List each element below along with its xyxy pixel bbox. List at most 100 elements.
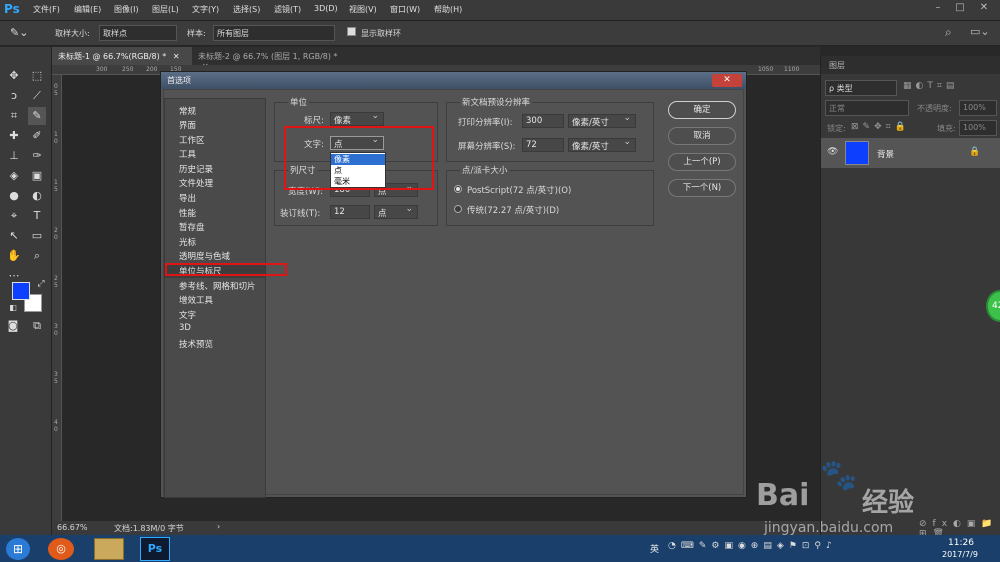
eraser-tool-icon[interactable]: ◈ [5,167,23,185]
photoshop-taskbar-icon[interactable]: Ps [140,537,170,561]
browser-icon[interactable]: ◎ [48,538,74,560]
category-performance[interactable]: 性能 [179,207,196,219]
menu-select[interactable]: 选择(S) [233,4,260,15]
tab-document-2[interactable]: 未标题-2 @ 66.7% (图层 1, RGB/8) * ✕ [192,47,352,71]
default-colors-icon[interactable]: ◧ [4,299,22,317]
blend-mode-select[interactable]: 正常 [825,100,909,116]
menu-layer[interactable]: 图层(L) [152,4,179,15]
category-general[interactable]: 常规 [179,105,196,117]
category-interface[interactable]: 界面 [179,119,196,131]
minimize-button[interactable]: – [930,2,946,17]
stamp-tool-icon[interactable]: ⊥ [5,147,23,165]
category-cursors[interactable]: 光标 [179,236,196,248]
menu-image[interactable]: 图像(I) [114,4,139,15]
menu-edit[interactable]: 编辑(E) [74,4,101,15]
eyedropper-icon[interactable]: ✎⌄ [10,26,28,39]
opacity-field[interactable]: 100% [959,100,997,116]
screen-resolution-unit-select[interactable]: 像素/英寸 [568,137,636,152]
next-button[interactable]: 下一个(N) [668,179,736,197]
ruler-tick: 0 [54,330,58,337]
postscript-radio[interactable] [454,185,462,193]
close-app-button[interactable]: ✕ [976,2,992,17]
ruler-tick: 0 [54,426,58,433]
brush-tool-icon[interactable]: ✐ [28,127,46,145]
quick-select-tool-icon[interactable]: ⟋ [28,87,46,105]
sample-select[interactable]: 所有图层 [213,25,335,41]
workspace-icon[interactable]: ▭⌄ [970,25,990,38]
pen-tool-icon[interactable]: ⌖ [5,207,23,225]
menu-type[interactable]: 文字(Y) [192,4,219,15]
category-export[interactable]: 导出 [179,192,196,204]
visibility-eye-icon[interactable]: 👁 [827,147,838,157]
quick-mask-icon[interactable]: ◙ [4,317,22,335]
traditional-radio[interactable] [454,205,462,213]
eyedropper-tool-icon[interactable]: ✎ [28,107,46,125]
status-menu-arrow[interactable]: › [217,522,220,531]
screen-mode-icon[interactable]: ⧉ [28,317,46,335]
history-brush-icon[interactable]: ✑ [28,147,46,165]
layer-filter-select[interactable]: ρ 类型 [825,80,897,96]
previous-button[interactable]: 上一个(P) [668,153,736,171]
print-resolution-unit-select[interactable]: 像素/英寸 [568,113,636,128]
gutter-unit-select[interactable]: 点 [374,204,418,219]
blur-tool-icon[interactable]: ● [5,187,23,205]
menu-3d[interactable]: 3D(D) [314,4,338,13]
zoom-level[interactable]: 66.67% [57,523,88,532]
category-scratch-disks[interactable]: 暂存盘 [179,221,205,233]
tab-document-1[interactable]: 未标题-1 @ 66.7%(RGB/8) * ✕ [52,47,192,65]
path-select-icon[interactable]: ↖ [5,227,23,245]
filter-icons[interactable]: ▦◐T⌗▤ [903,81,958,91]
category-type[interactable]: 文字 [179,309,196,321]
foreground-color[interactable] [12,282,30,300]
menu-file[interactable]: 文件(F) [33,4,60,15]
lasso-tool-icon[interactable]: ↄ [5,87,23,105]
crop-tool-icon[interactable]: ⌗ [5,107,23,125]
screen-resolution-field[interactable]: 72 [522,138,564,152]
gutter-field[interactable]: 12 [330,205,370,219]
fill-field[interactable]: 100% [959,120,997,136]
maximize-button[interactable]: □ [952,2,968,17]
move-tool-icon[interactable]: ✥ [5,67,23,85]
dodge-tool-icon[interactable]: ◐ [28,187,46,205]
category-transparency[interactable]: 透明度与色域 [179,250,230,262]
sample-size-select[interactable]: 取样点 [99,25,177,41]
type-tool-icon[interactable]: T [28,207,46,225]
ime-indicator[interactable]: 英 [650,542,659,555]
category-tools[interactable]: 工具 [179,148,196,160]
cancel-button[interactable]: 取消 [668,127,736,145]
file-explorer-icon[interactable] [94,538,124,560]
search-icon[interactable]: ⌕ [945,25,952,40]
ruler-units-select[interactable]: 像素 [330,111,384,126]
ok-button[interactable]: 确定 [668,101,736,119]
postscript-option-label[interactable]: PostScript(72 点/英寸)(O) [467,184,571,196]
zoom-tool-icon[interactable]: ⌕ [28,247,46,265]
lock-icons[interactable]: ⊠✎✥⌗🔒 [851,122,910,132]
category-file-handling[interactable]: 文件处理 [179,177,213,189]
category-plugins[interactable]: 增效工具 [179,294,213,306]
swap-colors-icon[interactable]: ⤢ [32,275,50,293]
gradient-tool-icon[interactable]: ▣ [28,167,46,185]
layer-row[interactable]: 👁 背景 🔒 [821,138,1000,168]
dialog-close-button[interactable]: ✕ [712,74,742,87]
menu-help[interactable]: 帮助(H) [434,4,462,15]
start-button-icon[interactable]: ⊞ [6,538,30,560]
traditional-option-label[interactable]: 传统(72.27 点/英寸)(D) [467,204,559,216]
close-tab-icon[interactable]: ✕ [173,52,180,61]
menu-filter[interactable]: 滤镜(T) [274,4,301,15]
category-3d[interactable]: 3D [179,323,191,333]
healing-tool-icon[interactable]: ✚ [5,127,23,145]
marquee-tool-icon[interactable]: ⬚ [28,67,46,85]
print-resolution-field[interactable]: 300 [522,114,564,128]
sample-size-label: 取样大小: [55,29,90,38]
menu-view[interactable]: 视图(V) [349,4,377,15]
layers-panel-title[interactable]: 图层 [829,61,845,70]
category-history[interactable]: 历史记录 [179,163,213,175]
shape-tool-icon[interactable]: ▭ [28,227,46,245]
category-guides-grid[interactable]: 参考线、网格和切片 [179,280,256,292]
tray-icons[interactable]: ◔⌨✎⚙▣◉⊕▤◈⚑⊡⚲♪ [668,541,837,551]
category-tech-preview[interactable]: 技术预览 [179,338,213,350]
menu-window[interactable]: 窗口(W) [390,4,420,15]
category-workspace[interactable]: 工作区 [179,134,205,146]
hand-tool-icon[interactable]: ✋ [5,247,23,265]
show-ring-checkbox[interactable] [347,27,356,36]
